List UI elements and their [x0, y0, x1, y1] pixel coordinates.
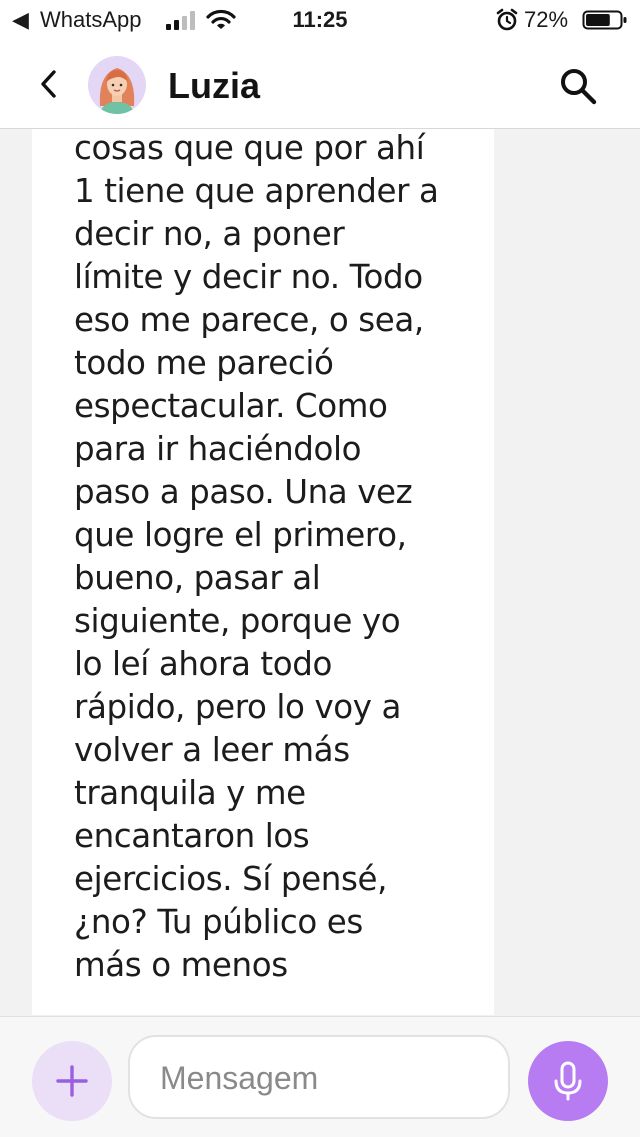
- avatar-illustration: [88, 56, 146, 114]
- search-icon[interactable]: [556, 64, 600, 108]
- microphone-icon: [554, 1061, 582, 1101]
- chevron-left-icon[interactable]: [34, 64, 64, 104]
- message-input-bar: Mensagem: [0, 1016, 640, 1137]
- message-text: también sobrecargarse con cosas que que …: [74, 129, 439, 984]
- avatar[interactable]: [88, 56, 146, 114]
- plus-icon: [56, 1065, 88, 1097]
- message-bubble[interactable]: también sobrecargarse con cosas que que …: [32, 129, 494, 1015]
- chat-header: Luzia: [0, 40, 640, 129]
- battery-percent: 72%: [524, 7, 569, 32]
- alarm-icon: [496, 8, 518, 31]
- message-input-placeholder: Mensagem: [160, 1060, 319, 1096]
- chat-messages-area[interactable]: también sobrecargarse con cosas que que …: [0, 129, 640, 1015]
- status-bar: ◀ WhatsApp 11:25 72%: [0, 0, 640, 40]
- attach-button[interactable]: [32, 1041, 112, 1121]
- contact-name[interactable]: Luzia: [168, 66, 260, 106]
- battery-icon: [582, 10, 627, 30]
- voice-record-button[interactable]: [528, 1041, 608, 1121]
- message-input[interactable]: Mensagem: [128, 1035, 510, 1119]
